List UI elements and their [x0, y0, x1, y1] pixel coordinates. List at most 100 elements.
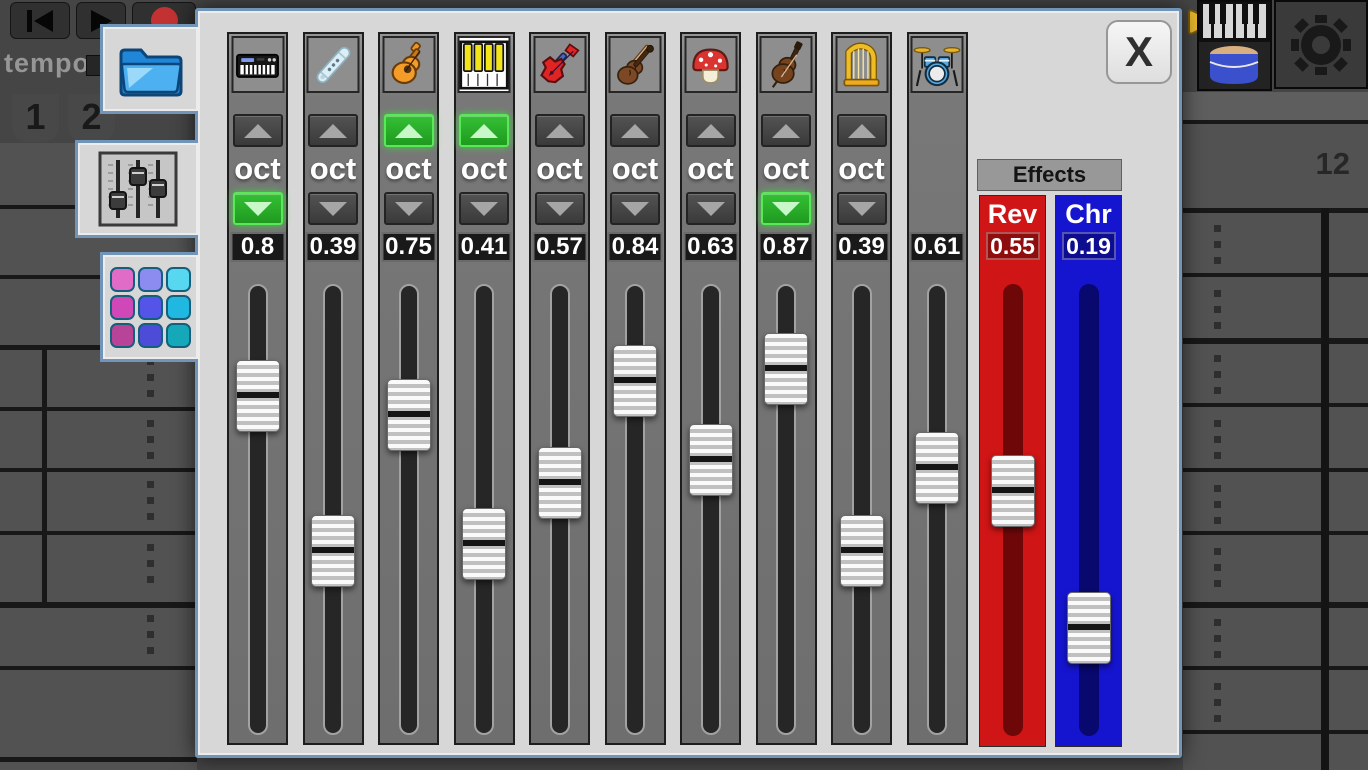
- grid-cell: [1183, 468, 1368, 472]
- octave-down-button[interactable]: [233, 192, 283, 225]
- slider-handle[interactable]: [915, 432, 959, 504]
- flute-icon[interactable]: [307, 36, 360, 93]
- slider-handle[interactable]: [613, 345, 657, 417]
- volume-slider[interactable]: [682, 284, 739, 735]
- reverb-slider[interactable]: [980, 284, 1045, 736]
- octave-up-button[interactable]: [837, 114, 887, 147]
- octave-up-button[interactable]: [459, 114, 509, 147]
- octave-down-button[interactable]: [459, 192, 509, 225]
- grid-cell: [0, 531, 197, 535]
- channel-strip: oct 0.75: [378, 32, 439, 745]
- slider-track[interactable]: [852, 284, 872, 735]
- pad: [110, 323, 135, 348]
- volume-slider[interactable]: [909, 284, 966, 735]
- effect-label: Rev: [980, 198, 1045, 230]
- channel-strip: oct 0.63: [680, 32, 741, 745]
- slider-handle[interactable]: [387, 379, 431, 451]
- grid-cell: [0, 757, 197, 762]
- up-triangle-icon: [470, 124, 498, 138]
- sidebar-item-mixer[interactable]: [75, 140, 198, 238]
- octave-up-button[interactable]: [610, 114, 660, 147]
- sidebar-item-pads[interactable]: [100, 252, 198, 362]
- octave-down-button[interactable]: [535, 192, 585, 225]
- channel-strip: oct 0.8: [227, 32, 288, 745]
- grid-cell: [1214, 225, 1221, 232]
- octave-up-button[interactable]: [686, 114, 736, 147]
- slider-track[interactable]: [323, 284, 343, 735]
- octave-up-button[interactable]: [308, 114, 358, 147]
- drums-icon[interactable]: [911, 36, 964, 93]
- slider-handle[interactable]: [311, 515, 355, 587]
- sidebar-item-files[interactable]: [100, 24, 198, 114]
- close-button[interactable]: X: [1106, 20, 1172, 84]
- slider-track[interactable]: [927, 284, 947, 735]
- pad: [110, 267, 135, 292]
- octave-down-button[interactable]: [761, 192, 811, 225]
- effects-title: Effects: [977, 159, 1122, 191]
- tempo-label: tempo: [4, 50, 90, 77]
- grid-cell: [1214, 241, 1221, 248]
- app-screen: tempo 1 2 12: [0, 0, 1368, 770]
- slider-track[interactable]: [701, 284, 721, 735]
- grid-cell: [1214, 683, 1221, 690]
- violin-icon[interactable]: [609, 36, 662, 93]
- octave-down-button[interactable]: [837, 192, 887, 225]
- volume-slider[interactable]: [380, 284, 437, 735]
- slider-handle[interactable]: [764, 333, 808, 405]
- channel-strips: oct 0.8 oct 0.39 oct 0.75 oct: [227, 32, 968, 745]
- reverb-channel: Rev 0.55: [979, 195, 1046, 747]
- octave-down-button[interactable]: [384, 192, 434, 225]
- chorus-slider[interactable]: [1056, 284, 1121, 736]
- acoustic-guitar-icon[interactable]: [382, 36, 435, 93]
- volume-slider[interactable]: [456, 284, 513, 735]
- volume-slider[interactable]: [305, 284, 362, 735]
- slider-track[interactable]: [1079, 284, 1099, 736]
- grid-cell: [1214, 371, 1221, 378]
- grid-cell: [1214, 485, 1221, 492]
- electric-guitar-icon[interactable]: [533, 36, 586, 93]
- volume-value: 0.41: [457, 232, 512, 262]
- harp-icon[interactable]: [835, 36, 888, 93]
- volume-slider[interactable]: [833, 284, 890, 735]
- grid-cell: [1214, 436, 1221, 443]
- octave-down-button[interactable]: [308, 192, 358, 225]
- grid-cell: [1183, 338, 1368, 344]
- grid-cell: [1183, 208, 1368, 213]
- octave-down-button[interactable]: [686, 192, 736, 225]
- slider-handle[interactable]: [1067, 592, 1111, 664]
- octave-up-button[interactable]: [233, 114, 283, 147]
- pad: [110, 295, 135, 320]
- octave-up-button[interactable]: [384, 114, 434, 147]
- sequence-tab-1: 1: [12, 94, 59, 142]
- octave-label: oct: [758, 146, 815, 192]
- volume-slider[interactable]: [531, 284, 588, 735]
- volume-value: 0.61: [910, 232, 965, 262]
- grid-cell: [1214, 501, 1221, 508]
- octave-down-button[interactable]: [610, 192, 660, 225]
- octave-label: oct: [229, 146, 286, 192]
- volume-slider[interactable]: [758, 284, 815, 735]
- grid-cell: [1214, 420, 1221, 427]
- grid-cell: [147, 513, 154, 520]
- pads-icon: [110, 267, 191, 348]
- grid-cell: [1214, 651, 1221, 658]
- synthesizer-icon[interactable]: [231, 36, 284, 93]
- volume-slider[interactable]: [607, 284, 664, 735]
- grid-cell: [1214, 548, 1221, 555]
- cello-icon[interactable]: [760, 36, 813, 93]
- slider-handle[interactable]: [236, 360, 280, 432]
- octave-up-button[interactable]: [535, 114, 585, 147]
- slider-handle[interactable]: [840, 515, 884, 587]
- up-triangle-icon: [319, 124, 347, 138]
- mushroom-icon[interactable]: [684, 36, 737, 93]
- slider-track[interactable]: [248, 284, 268, 735]
- octave-up-button[interactable]: [761, 114, 811, 147]
- slider-handle[interactable]: [538, 447, 582, 519]
- slider-handle[interactable]: [689, 424, 733, 496]
- piano-icon[interactable]: [458, 36, 511, 93]
- grid-cell: [1214, 306, 1221, 313]
- slider-track[interactable]: [399, 284, 419, 735]
- slider-handle[interactable]: [462, 508, 506, 580]
- volume-slider[interactable]: [229, 284, 286, 735]
- slider-handle[interactable]: [991, 455, 1035, 527]
